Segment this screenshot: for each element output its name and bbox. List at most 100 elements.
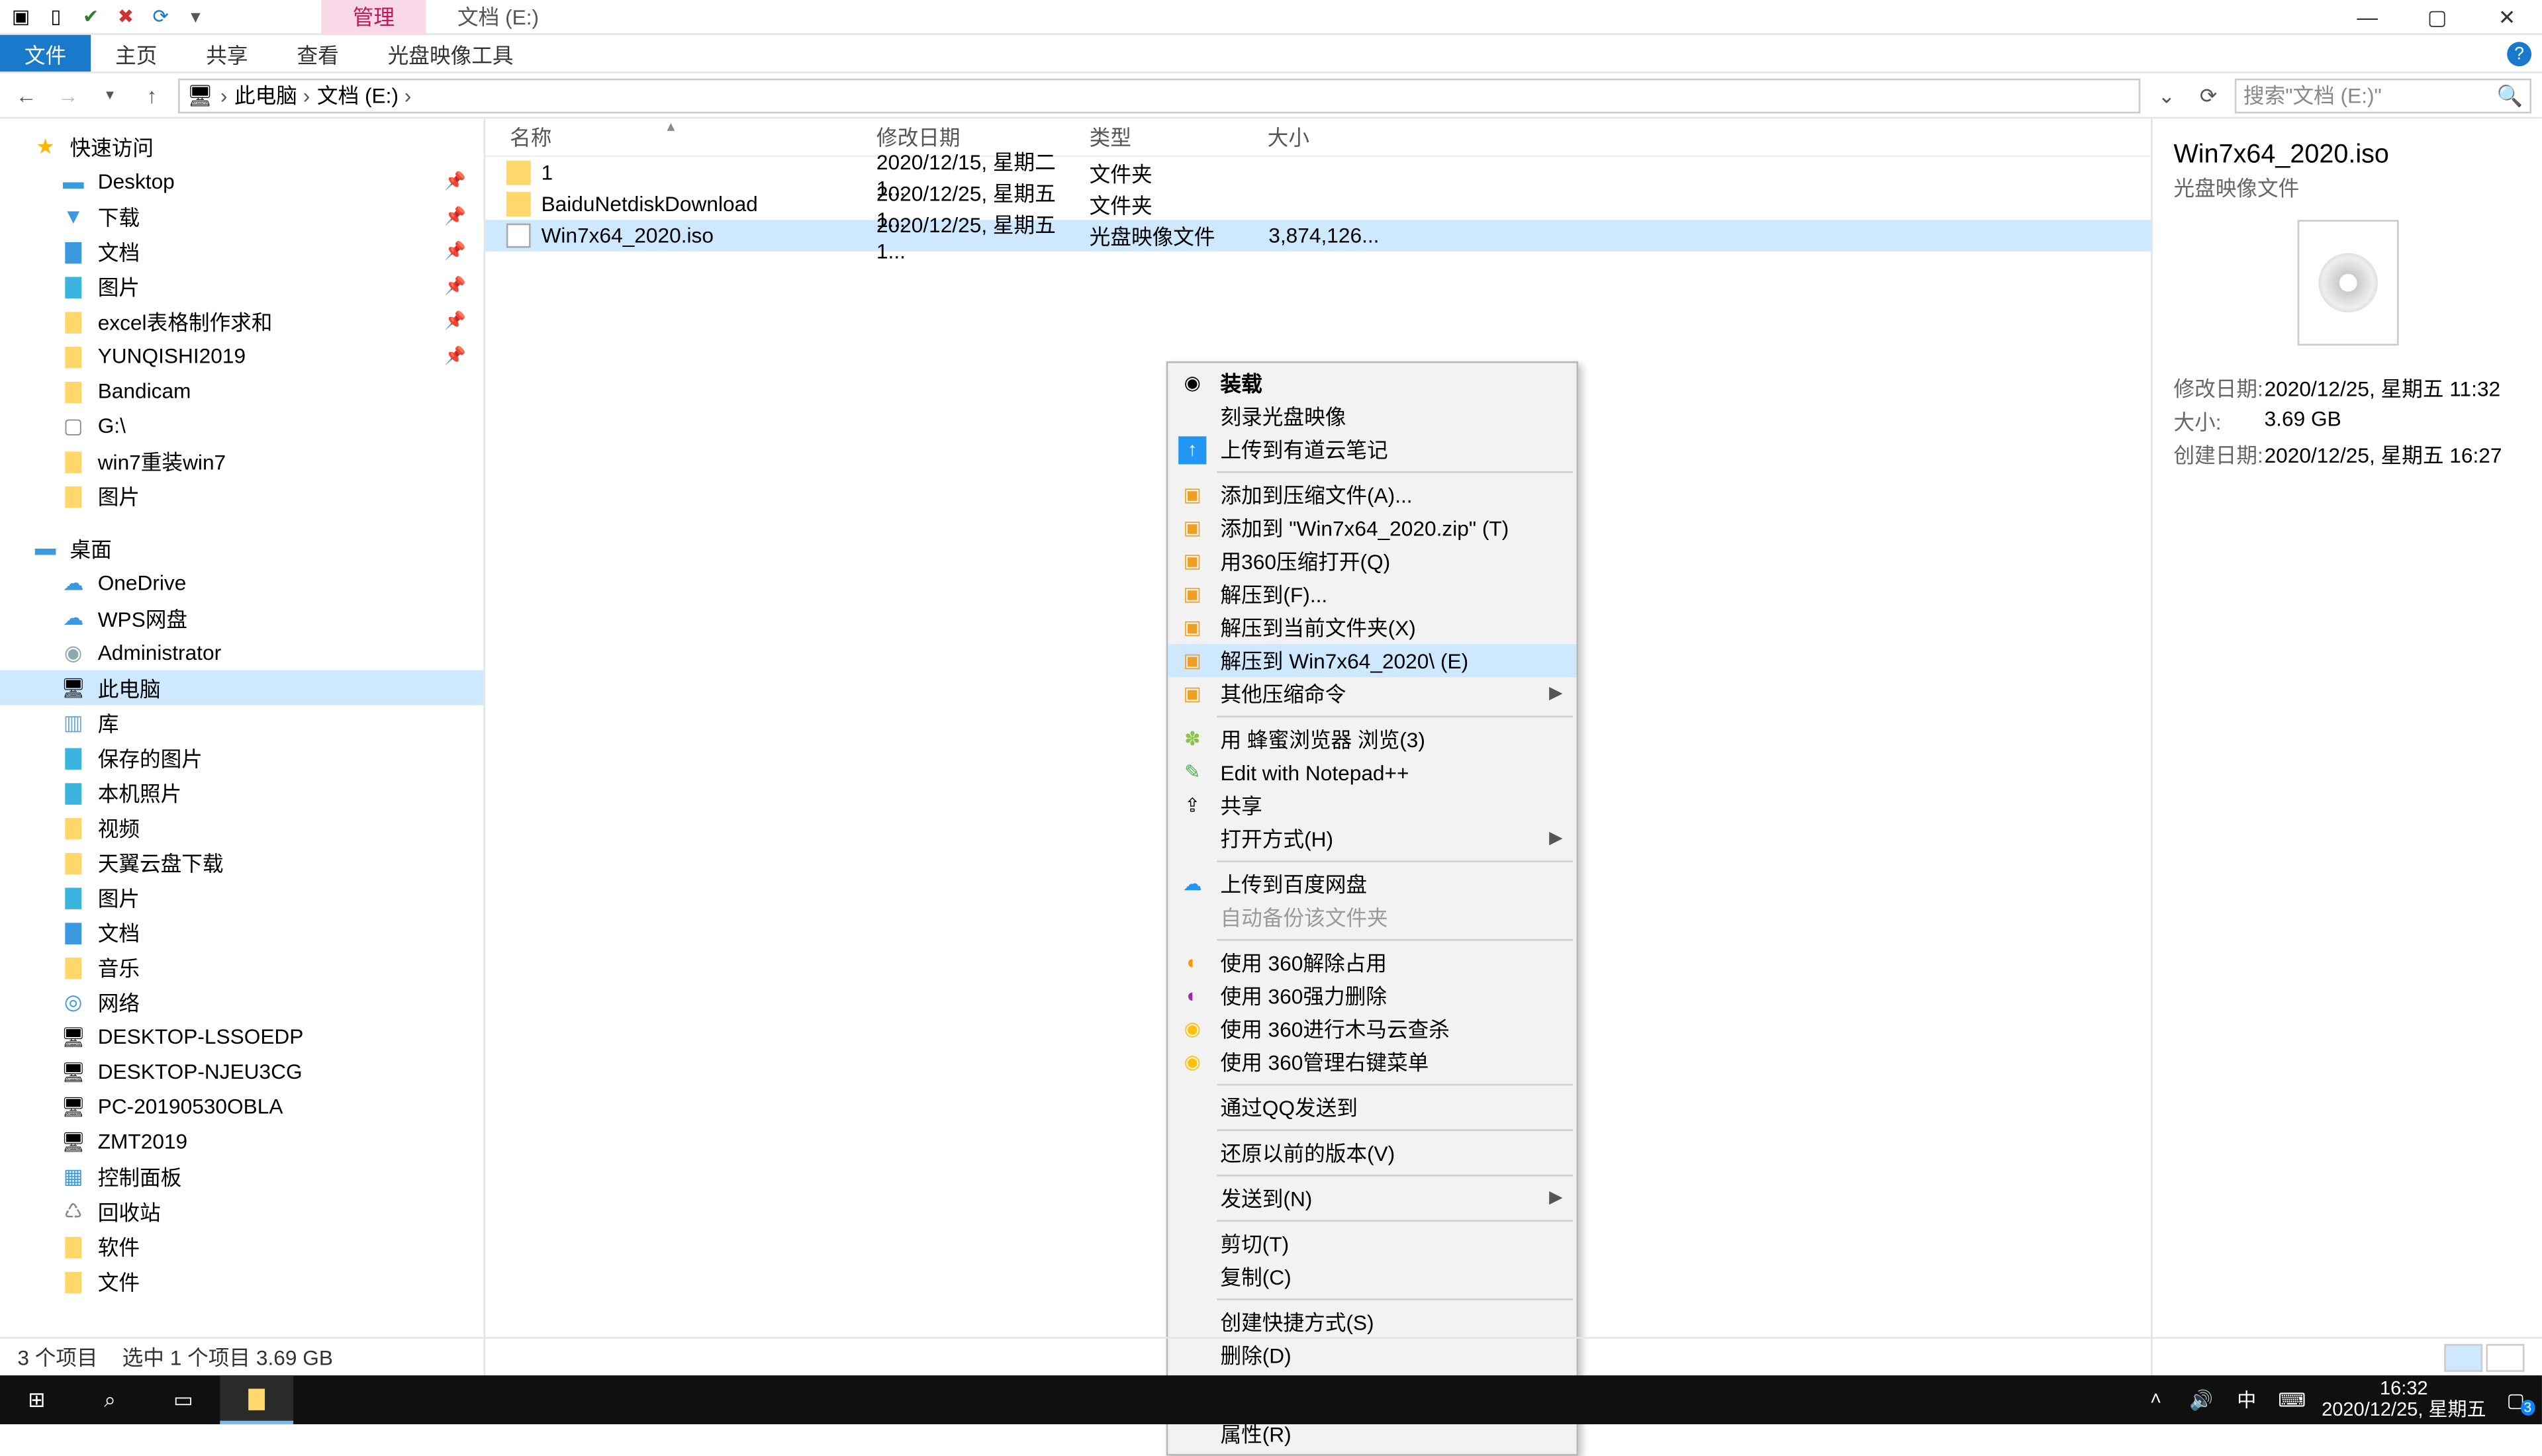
ctx-open-with[interactable]: 打开方式(H)▶ bbox=[1168, 822, 1576, 855]
nav-quick-access[interactable]: 快速访问 bbox=[0, 129, 484, 164]
nav-folder[interactable]: excel表格制作求和📌 bbox=[0, 304, 484, 339]
nav-network[interactable]: 网络 bbox=[0, 984, 484, 1019]
nav-this-pc[interactable]: 此电脑 bbox=[0, 670, 484, 705]
qat-dropdown-icon[interactable]: ▾ bbox=[181, 3, 209, 30]
nav-folder[interactable]: Bandicam bbox=[0, 373, 484, 408]
nav-downloads[interactable]: 下载📌 bbox=[0, 199, 484, 234]
nav-folder[interactable]: 图片 bbox=[0, 478, 484, 514]
tab-disc-tools[interactable]: 光盘映像工具 bbox=[363, 35, 538, 71]
ctx-create-shortcut[interactable]: 创建快捷方式(S) bbox=[1168, 1306, 1576, 1339]
tab-share[interactable]: 共享 bbox=[181, 35, 272, 71]
nav-lib-item[interactable]: 本机照片 bbox=[0, 775, 484, 810]
tray-chevron-icon[interactable]: ˄ bbox=[2140, 1389, 2171, 1410]
forward-button[interactable]: → bbox=[52, 83, 83, 107]
address-bar[interactable]: 🖥 › 此电脑 文档 (E:) bbox=[178, 77, 2140, 113]
nav-drive-g[interactable]: G:\ bbox=[0, 408, 484, 443]
view-details-button[interactable] bbox=[2444, 1343, 2482, 1371]
taskbar-clock[interactable]: 16:32 2020/12/25, 星期五 bbox=[2322, 1379, 2486, 1420]
ctx-restore-version[interactable]: 还原以前的版本(V) bbox=[1168, 1136, 1576, 1169]
nav-pictures[interactable]: 图片📌 bbox=[0, 269, 484, 304]
ctx-other-compress[interactable]: ▣其他压缩命令▶ bbox=[1168, 677, 1576, 710]
ctx-open-360[interactable]: ▣用360压缩打开(Q) bbox=[1168, 545, 1576, 578]
ctx-add-archive[interactable]: ▣添加到压缩文件(A)... bbox=[1168, 478, 1576, 512]
nav-net-pc[interactable]: DESKTOP-NJEU3CG bbox=[0, 1054, 484, 1089]
nav-lib-item[interactable]: 视频 bbox=[0, 810, 484, 845]
ctx-360-menu[interactable]: ◉使用 360管理右键菜单 bbox=[1168, 1046, 1576, 1079]
file-row[interactable]: 1 2020/12/15, 星期二 1...文件夹 bbox=[485, 157, 2151, 188]
qat-refresh-icon[interactable]: ⟳ bbox=[147, 3, 175, 30]
nav-net-pc[interactable]: ZMT2019 bbox=[0, 1124, 484, 1159]
ctx-extract-folder[interactable]: ▣解压到 Win7x64_2020\ (E) bbox=[1168, 644, 1576, 677]
ctx-baidu-upload[interactable]: ☁上传到百度网盘 bbox=[1168, 868, 1576, 901]
file-row-selected[interactable]: Win7x64_2020.iso 2020/12/25, 星期五 1...光盘映… bbox=[485, 220, 2151, 251]
search-icon[interactable]: 🔍 bbox=[2496, 83, 2522, 107]
refresh-button[interactable]: ⟳ bbox=[2192, 83, 2224, 107]
ctx-cut[interactable]: 剪切(T) bbox=[1168, 1227, 1576, 1260]
minimize-button[interactable]: — bbox=[2332, 0, 2402, 34]
column-headers[interactable]: 名称 修改日期 类型 大小 bbox=[485, 118, 2151, 157]
ctx-burn[interactable]: 刻录光盘映像 bbox=[1168, 400, 1576, 433]
nav-lib-item[interactable]: 图片 bbox=[0, 880, 484, 915]
nav-desktop[interactable]: Desktop📌 bbox=[0, 164, 484, 199]
crumb-location[interactable]: 文档 (E:) bbox=[317, 80, 411, 110]
nav-onedrive[interactable]: OneDrive bbox=[0, 565, 484, 600]
recent-dropdown[interactable]: ▾ bbox=[94, 85, 125, 105]
ctx-copy[interactable]: 复制(C) bbox=[1168, 1260, 1576, 1293]
nav-lib-item[interactable]: 文档 bbox=[0, 915, 484, 950]
nav-lib-item[interactable]: 保存的图片 bbox=[0, 740, 484, 775]
nav-folder[interactable]: 软件 bbox=[0, 1229, 484, 1264]
ctx-extract-here[interactable]: ▣解压到当前文件夹(X) bbox=[1168, 611, 1576, 644]
ctx-360-scan[interactable]: ◉使用 360进行木马云查杀 bbox=[1168, 1013, 1576, 1046]
keyboard-icon[interactable]: ⌨ bbox=[2277, 1388, 2308, 1411]
nav-libraries[interactable]: 库 bbox=[0, 705, 484, 740]
ctx-extract-to[interactable]: ▣解压到(F)... bbox=[1168, 578, 1576, 611]
file-list[interactable]: 名称 修改日期 类型 大小 1 2020/12/15, 星期二 1...文件夹 … bbox=[485, 118, 2151, 1375]
crumb-this-pc[interactable]: 此电脑 bbox=[234, 80, 310, 110]
ctx-share[interactable]: ⇪共享 bbox=[1168, 789, 1576, 822]
ctx-youdao[interactable]: ↑上传到有道云笔记 bbox=[1168, 433, 1576, 466]
nav-lib-item[interactable]: 音乐 bbox=[0, 950, 484, 985]
qat-close-icon[interactable]: ✖ bbox=[112, 3, 140, 30]
col-name[interactable]: 名称 bbox=[485, 122, 876, 152]
nav-folder[interactable]: YUNQISHI2019📌 bbox=[0, 339, 484, 374]
start-button[interactable]: ⊞ bbox=[0, 1375, 73, 1424]
qat-open-icon[interactable]: ▯ bbox=[42, 3, 70, 30]
ctx-360-unlock[interactable]: ◐使用 360解除占用 bbox=[1168, 946, 1576, 979]
nav-lib-item[interactable]: 天翼云盘下载 bbox=[0, 844, 484, 880]
explorer-task[interactable]: ▇ bbox=[220, 1375, 293, 1424]
help-icon[interactable]: ? bbox=[2507, 42, 2531, 66]
ctx-360-force-delete[interactable]: ◐使用 360强力删除 bbox=[1168, 979, 1576, 1013]
nav-control-panel[interactable]: 控制面板 bbox=[0, 1159, 484, 1194]
ctx-bee-browser[interactable]: ✽用 蜂蜜浏览器 浏览(3) bbox=[1168, 723, 1576, 756]
view-large-button[interactable] bbox=[2486, 1343, 2525, 1371]
ctx-notepadpp[interactable]: ✎Edit with Notepad++ bbox=[1168, 756, 1576, 789]
ime-indicator[interactable]: 中 bbox=[2231, 1386, 2262, 1414]
task-view-button[interactable]: ▭ bbox=[147, 1375, 220, 1424]
col-size[interactable]: 大小 bbox=[1268, 122, 1390, 152]
nav-net-pc[interactable]: PC-20190530OBLA bbox=[0, 1089, 484, 1124]
tab-home[interactable]: 主页 bbox=[91, 35, 181, 71]
ctx-mount[interactable]: ◉装载 bbox=[1168, 367, 1576, 400]
close-button[interactable]: ✕ bbox=[2472, 0, 2541, 34]
nav-recycle-bin[interactable]: 回收站 bbox=[0, 1194, 484, 1229]
tab-file[interactable]: 文件 bbox=[0, 35, 91, 71]
address-dropdown[interactable]: ⌄ bbox=[2151, 83, 2182, 107]
nav-folder[interactable]: win7重装win7 bbox=[0, 443, 484, 478]
ctx-send-to[interactable]: 发送到(N)▶ bbox=[1168, 1181, 1576, 1214]
nav-folder[interactable]: 文件 bbox=[0, 1263, 484, 1298]
tab-view[interactable]: 查看 bbox=[273, 35, 363, 71]
up-button[interactable]: ↑ bbox=[136, 83, 167, 107]
nav-wps[interactable]: WPS网盘 bbox=[0, 600, 484, 635]
search-button[interactable]: ⌕ bbox=[73, 1375, 147, 1424]
nav-user[interactable]: Administrator bbox=[0, 635, 484, 670]
nav-desktop-root[interactable]: 桌面 bbox=[0, 531, 484, 566]
contextual-tab-manage[interactable]: 管理 bbox=[321, 0, 426, 35]
file-row[interactable]: BaiduNetdiskDownload 2020/12/25, 星期五 1..… bbox=[485, 189, 2151, 220]
back-button[interactable]: ← bbox=[11, 83, 42, 107]
volume-icon[interactable]: 🔊 bbox=[2185, 1388, 2216, 1411]
nav-documents[interactable]: 文档📌 bbox=[0, 234, 484, 269]
search-input[interactable]: 搜索"文档 (E:)" 🔍 bbox=[2235, 77, 2531, 113]
maximize-button[interactable]: ▢ bbox=[2402, 0, 2472, 34]
col-type[interactable]: 类型 bbox=[1090, 122, 1268, 152]
nav-net-pc[interactable]: DESKTOP-LSSOEDP bbox=[0, 1019, 484, 1054]
